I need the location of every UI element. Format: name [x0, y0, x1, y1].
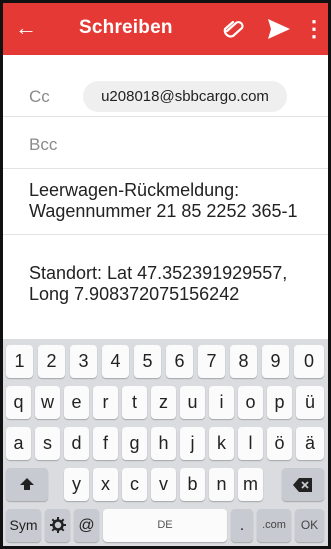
- keyboard-row-bottom: y x c v b n m: [3, 468, 328, 501]
- key-0[interactable]: 0: [294, 345, 324, 378]
- key-f[interactable]: f: [93, 427, 118, 460]
- gear-icon[interactable]: [45, 509, 70, 542]
- key-s[interactable]: s: [35, 427, 60, 460]
- key-ue[interactable]: ü: [296, 386, 324, 419]
- compose-screen: ← Schreiben ⋮ Cc u208018@sbbcargo.com Bc…: [0, 0, 331, 549]
- key-c[interactable]: c: [122, 468, 147, 501]
- period-key[interactable]: .: [231, 509, 253, 542]
- key-g[interactable]: g: [122, 427, 147, 460]
- key-oe[interactable]: ö: [267, 427, 292, 460]
- key-d[interactable]: d: [64, 427, 89, 460]
- key-r[interactable]: r: [93, 386, 118, 419]
- subject-divider: [3, 234, 328, 235]
- bcc-label: Bcc: [29, 135, 58, 154]
- page-title: Schreiben: [79, 17, 173, 38]
- key-3[interactable]: 3: [70, 345, 97, 378]
- backspace-icon[interactable]: [282, 468, 324, 501]
- bcc-row[interactable]: Bcc: [3, 117, 328, 169]
- key-y[interactable]: y: [64, 468, 89, 501]
- arrow-left-icon[interactable]: ←: [13, 14, 39, 42]
- key-a[interactable]: a: [6, 427, 31, 460]
- key-b[interactable]: b: [180, 468, 205, 501]
- key-t[interactable]: t: [122, 386, 147, 419]
- key-2[interactable]: 2: [38, 345, 65, 378]
- cc-label: Cc: [29, 87, 50, 106]
- key-ae[interactable]: ä: [296, 427, 324, 460]
- key-j[interactable]: j: [180, 427, 205, 460]
- ok-key[interactable]: OK: [295, 509, 324, 542]
- sym-key[interactable]: Sym: [6, 509, 41, 542]
- key-h[interactable]: h: [151, 427, 176, 460]
- key-8[interactable]: 8: [230, 345, 257, 378]
- key-p[interactable]: p: [267, 386, 292, 419]
- more-vert-icon[interactable]: ⋮: [303, 13, 325, 45]
- key-m[interactable]: m: [238, 468, 263, 501]
- key-n[interactable]: n: [209, 468, 234, 501]
- subject-field[interactable]: Leerwagen-Rückmeldung: Wagennummer 21 85…: [29, 180, 328, 222]
- key-5[interactable]: 5: [134, 345, 161, 378]
- shift-icon[interactable]: [6, 468, 48, 501]
- key-w[interactable]: w: [35, 386, 60, 419]
- key-l[interactable]: l: [238, 427, 263, 460]
- send-icon[interactable]: [265, 15, 293, 43]
- key-o[interactable]: o: [238, 386, 263, 419]
- at-key[interactable]: @: [74, 509, 99, 542]
- key-k[interactable]: k: [209, 427, 234, 460]
- keyboard-row-top: q w e r t z u i o p ü: [3, 386, 328, 419]
- cc-row: Cc u208018@sbbcargo.com: [3, 55, 328, 117]
- dotcom-key[interactable]: .com: [257, 509, 291, 542]
- key-u[interactable]: u: [180, 386, 205, 419]
- recipient-chip[interactable]: u208018@sbbcargo.com: [83, 81, 287, 112]
- keyboard-row-middle: a s d f g h j k l ö ä: [3, 427, 328, 460]
- key-1[interactable]: 1: [6, 345, 33, 378]
- keyboard-row-function: Sym @ DE . .com OK: [3, 509, 328, 542]
- space-key[interactable]: DE: [103, 509, 227, 542]
- key-x[interactable]: x: [93, 468, 118, 501]
- body-field[interactable]: Standort: Lat 47.352391929557, Long 7.90…: [29, 263, 328, 305]
- key-9[interactable]: 9: [262, 345, 289, 378]
- app-bar: ← Schreiben ⋮: [3, 3, 328, 55]
- key-6[interactable]: 6: [166, 345, 193, 378]
- key-i[interactable]: i: [209, 386, 234, 419]
- keyboard-row-numbers: 1 2 3 4 5 6 7 8 9 0: [3, 345, 328, 378]
- key-7[interactable]: 7: [198, 345, 225, 378]
- key-z[interactable]: z: [151, 386, 176, 419]
- key-4[interactable]: 4: [102, 345, 129, 378]
- key-e[interactable]: e: [64, 386, 89, 419]
- keyboard: 1 2 3 4 5 6 7 8 9 0 q w e r t z u i o p …: [3, 339, 328, 546]
- key-v[interactable]: v: [151, 468, 176, 501]
- paperclip-icon[interactable]: [221, 17, 247, 41]
- key-q[interactable]: q: [6, 386, 31, 419]
